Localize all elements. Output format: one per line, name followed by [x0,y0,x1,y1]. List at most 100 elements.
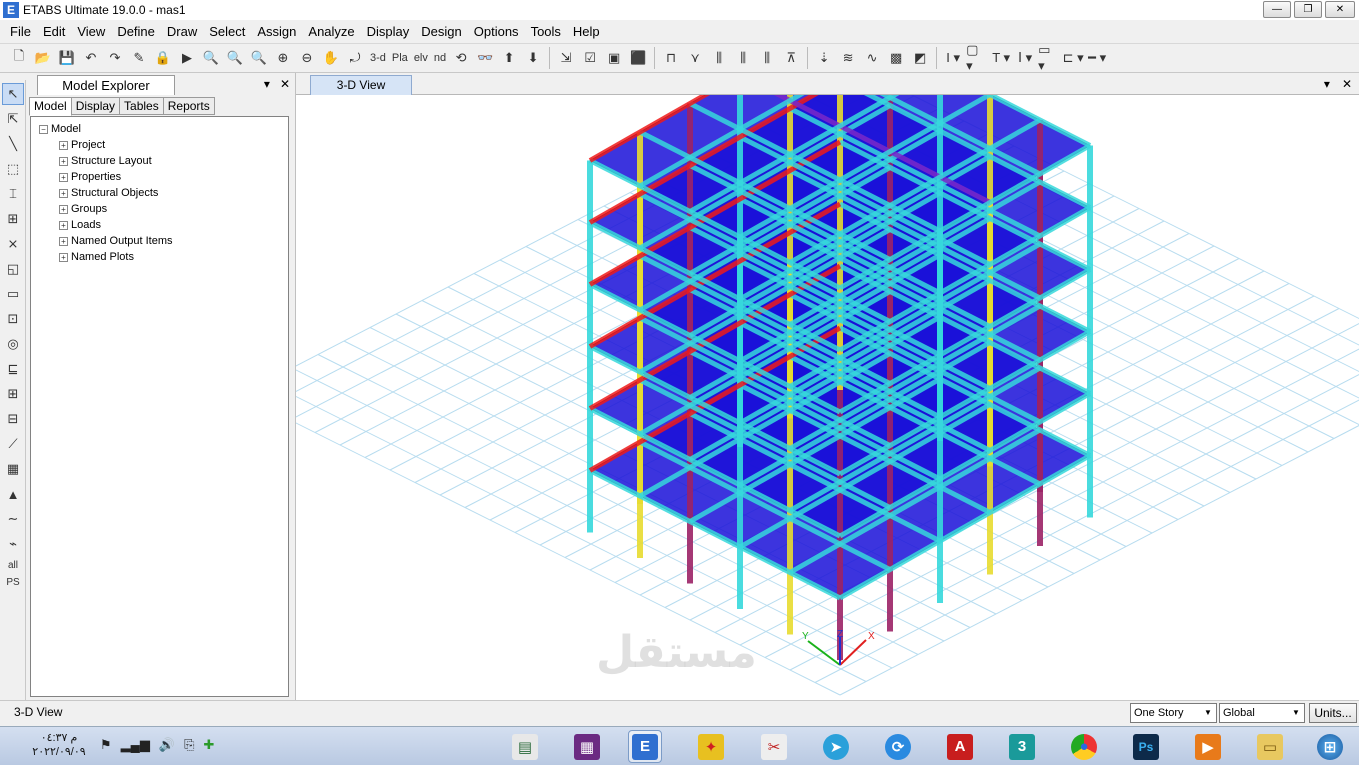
draw-brace-icon[interactable]: ⨯ [2,233,24,255]
undo-icon[interactable]: ↶ [80,47,102,69]
taskbar-media-player[interactable]: ▶ [1191,730,1225,763]
taskbar-autocad[interactable]: A [943,730,977,763]
quick-wall-icon[interactable]: ⊞ [2,383,24,405]
open-folder-icon[interactable]: 📂 [32,47,54,69]
grid-shade-icon[interactable]: ▩ [885,47,907,69]
menu-tools[interactable]: Tools [525,21,567,42]
draw-rectangle-icon[interactable]: ▭ [2,283,24,305]
units-button[interactable]: Units... [1309,703,1357,723]
extrude-view-icon[interactable]: ⬛ [627,47,649,69]
menu-draw[interactable]: Draw [161,21,203,42]
expand-icon[interactable]: + [59,252,68,262]
expand-icon[interactable]: + [59,236,68,246]
expand-icon[interactable]: + [59,156,68,166]
reshape-icon[interactable]: ⇱ [2,108,24,130]
draw-beam-region-icon[interactable]: ⬚ [2,158,24,180]
tree-node-named-output-items[interactable]: + Named Output Items [59,233,288,249]
close-window-button[interactable]: ✕ [1325,1,1355,18]
quick-floor-icon[interactable]: ⊡ [2,308,24,330]
menu-display[interactable]: Display [361,21,416,42]
draw-section-cut-icon[interactable]: ⌁ [2,533,24,555]
menu-file[interactable]: File [4,21,37,42]
i-beam-icon[interactable]: I ▾ [942,47,964,69]
mode-shape-icon[interactable]: ◩ [909,47,931,69]
draw-line-icon[interactable]: ╲ [2,133,24,155]
select-all-button[interactable]: all [2,558,24,572]
menu-edit[interactable]: Edit [37,21,71,42]
object-shrink-icon[interactable]: ⇲ [555,47,577,69]
rotate-3d-icon[interactable]: ⤾ [344,47,366,69]
zoom-out-icon[interactable]: ⊖ [296,47,318,69]
draw-tendon-icon[interactable]: ∼ [2,508,24,530]
taskbar-chrome[interactable]: ● [1067,730,1101,763]
run-analysis-icon[interactable]: ▶ [176,47,198,69]
pointer-select-icon[interactable]: ↖ [2,83,24,105]
minimize-button[interactable]: — [1263,1,1291,18]
expand-icon[interactable]: + [59,220,68,230]
line-section-icon[interactable]: ━ ▾ [1086,47,1108,69]
rotate-view-icon[interactable]: ⟲ [450,47,472,69]
menu-analyze[interactable]: Analyze [302,21,360,42]
composite-beam-icon[interactable]: ▭ ▾ [1038,42,1060,73]
menu-define[interactable]: Define [111,21,161,42]
taskbar-snipping-tool[interactable]: ✂ [757,730,791,763]
view-3d-button[interactable]: 3-d [368,47,388,69]
zoom-restore-icon[interactable]: 🔍 [224,47,246,69]
expand-icon[interactable]: + [59,140,68,150]
tab-model[interactable]: Model [29,97,72,116]
move-down-icon[interactable]: ⬇ [522,47,544,69]
new-file-icon[interactable]: 🗋 [8,47,30,69]
model-3d-canvas[interactable]: Y X Z مستقل [239,15,1359,700]
steel-column-icon[interactable]: Ⅰ ▾ [1014,47,1036,69]
tab-display[interactable]: Display [70,97,121,115]
tree-node-groups[interactable]: + Groups [59,201,288,217]
draw-link-icon[interactable]: ⊟ [2,408,24,430]
draw-grid-icon[interactable]: ▦ [2,458,24,480]
panel-close-icon[interactable]: ✕ [280,75,290,93]
taskbar-star-app[interactable]: ✦ [694,730,728,763]
draw-column-icon[interactable]: ⌶ [2,183,24,205]
pencil-icon[interactable]: ✎ [128,47,150,69]
tree-node-loads[interactable]: + Loads [59,217,288,233]
menu-design[interactable]: Design [415,21,467,42]
taskbar-3dsmax[interactable]: 3 [1005,730,1039,763]
section-cut-icon[interactable]: ≋ [837,47,859,69]
menu-view[interactable]: View [71,21,111,42]
view-plan-button[interactable]: Pla [390,47,410,69]
pan-hand-icon[interactable]: ✋ [320,47,342,69]
tree-node-structural-objects[interactable]: + Structural Objects [59,185,288,201]
taskbar-documents-app[interactable]: ▤ [508,730,542,763]
concrete-design-icon[interactable]: ▢ ▾ [966,42,988,73]
taskbar-telegram[interactable]: ➤ [819,730,853,763]
security-shield-icon[interactable]: ✚ [203,737,214,753]
menu-options[interactable]: Options [468,21,525,42]
zoom-window-icon[interactable]: 🔍 [200,47,222,69]
channel-section-icon[interactable]: ⊏ ▾ [1062,47,1084,69]
view-dropdown-icon[interactable]: ▾ [1324,75,1330,93]
expand-icon[interactable]: + [59,204,68,214]
draw-dimension-icon[interactable]: ⟋ [2,433,24,455]
view-close-icon[interactable]: ✕ [1342,75,1352,93]
taskbar-grid-app[interactable]: ▦ [570,730,604,763]
zoom-in-icon[interactable]: ⊕ [272,47,294,69]
taskbar-etabs[interactable]: E [628,730,662,763]
expand-icon[interactable]: + [59,188,68,198]
tee-section-icon[interactable]: T ▾ [990,47,1012,69]
frame-icon[interactable]: ⊓ [660,47,682,69]
collapse-icon[interactable]: − [39,124,48,134]
taskbar-file-explorer[interactable]: ▭ [1253,730,1287,763]
taskbar-share-app[interactable]: ⟳ [881,730,915,763]
start-button[interactable]: ⊞ [1313,730,1347,763]
move-up-icon[interactable]: ⬆ [498,47,520,69]
coord-system-combo[interactable]: Global ▼ [1219,703,1305,723]
menu-help[interactable]: Help [567,21,606,42]
save-icon[interactable]: 💾 [56,47,78,69]
expand-icon[interactable]: + [59,172,68,182]
redo-icon[interactable]: ↷ [104,47,126,69]
tree-node-named-plots[interactable]: + Named Plots [59,249,288,265]
tab-reports[interactable]: Reports [162,97,215,115]
deform-icon[interactable]: ∿ [861,47,883,69]
menu-select[interactable]: Select [203,21,251,42]
lock-icon[interactable]: 🔒 [152,47,174,69]
wall-stack-2-icon[interactable]: ⫼ [732,47,754,69]
